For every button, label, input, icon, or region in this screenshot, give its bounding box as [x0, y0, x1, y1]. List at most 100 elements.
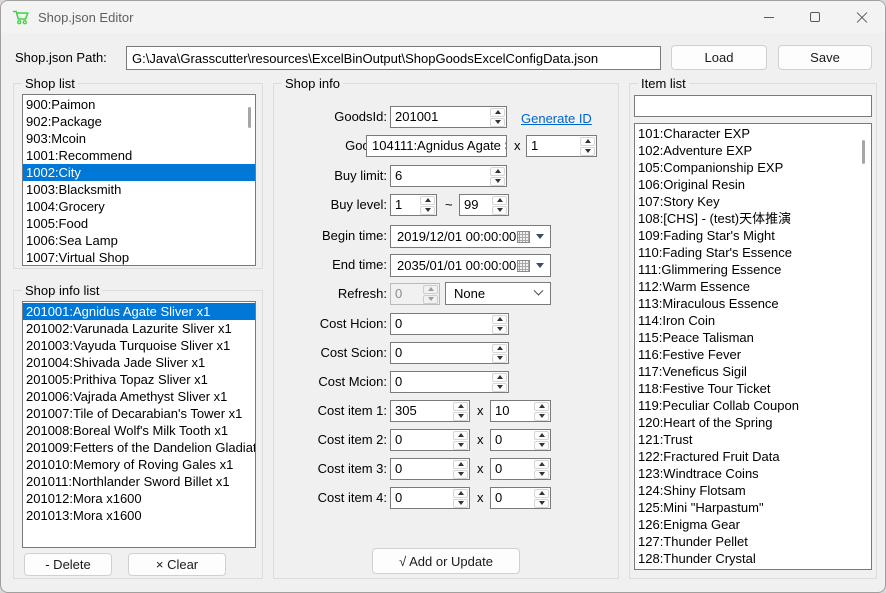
maximize-button[interactable] — [792, 1, 838, 33]
spin-up-button[interactable] — [534, 489, 549, 498]
minimize-button[interactable] — [746, 1, 792, 33]
item-list-item[interactable]: 126:Enigma Gear — [635, 516, 871, 533]
item-search-input[interactable] — [634, 95, 872, 117]
item-list-item[interactable]: 121:Trust — [635, 431, 871, 448]
delete-button[interactable]: - Delete — [24, 553, 112, 576]
goodsid-spinner[interactable]: 201001 — [390, 106, 507, 128]
shop-info-list-item[interactable]: 201002:Varunada Lazurite Sliver x1 — [23, 320, 255, 337]
item-list-item[interactable]: 114:Iron Coin — [635, 312, 871, 329]
shop-list-item[interactable]: 1003:Blacksmith — [23, 181, 255, 198]
cost-mcion-spinner[interactable]: 0 — [390, 371, 509, 393]
shop-info-list-item[interactable]: 201001:Agnidus Agate Sliver x1 — [23, 303, 255, 320]
item-list-item[interactable]: 105:Companionship EXP — [635, 159, 871, 176]
cost-item-3-id-spinner[interactable]: 0 — [390, 458, 470, 480]
item-list-item[interactable]: 120:Heart of the Spring — [635, 414, 871, 431]
shop-list-item[interactable]: 1004:Grocery — [23, 198, 255, 215]
spin-down-button[interactable] — [492, 383, 507, 392]
cost-item-3-count-spinner[interactable]: 0 — [490, 458, 551, 480]
shop-info-list-item[interactable]: 201005:Prithiva Topaz Sliver x1 — [23, 371, 255, 388]
cost-item-4-count-spinner[interactable]: 0 — [490, 487, 551, 509]
spin-down-button[interactable] — [453, 441, 468, 450]
refresh-type-dropdown[interactable]: None — [445, 282, 551, 305]
shop-info-list-item[interactable]: 201004:Shivada Jade Sliver x1 — [23, 354, 255, 371]
spin-up-button[interactable] — [492, 196, 507, 205]
item-list-item[interactable]: 106:Original Resin — [635, 176, 871, 193]
shop-info-list-item[interactable]: 201010:Memory of Roving Gales x1 — [23, 456, 255, 473]
clear-button[interactable]: × Clear — [128, 553, 226, 576]
item-list-item[interactable]: 119:Peculiar Collab Coupon — [635, 397, 871, 414]
spin-down-button[interactable] — [580, 147, 595, 156]
cost-item-2-count-spinner[interactable]: 0 — [490, 429, 551, 451]
spin-up-button[interactable] — [534, 431, 549, 440]
spin-up-button[interactable] — [490, 108, 505, 117]
spin-up-button[interactable] — [453, 460, 468, 469]
generate-id-link[interactable]: Generate ID — [521, 109, 592, 129]
item-list-item[interactable]: 122:Fractured Fruit Data — [635, 448, 871, 465]
shop-info-list-item[interactable]: 201003:Vayuda Turquoise Sliver x1 — [23, 337, 255, 354]
load-button[interactable]: Load — [671, 45, 767, 70]
shop-list-item[interactable]: 1002:City — [23, 164, 255, 181]
cost-scion-spinner[interactable]: 0 — [390, 342, 509, 364]
spin-up-button[interactable] — [420, 196, 435, 205]
item-list-item[interactable]: 113:Miraculous Essence — [635, 295, 871, 312]
item-list-item[interactable]: 116:Festive Fever — [635, 346, 871, 363]
begin-time-picker[interactable]: 2019/12/01 00:00:00 — [390, 225, 551, 248]
item-list-item[interactable]: 102:Adventure EXP — [635, 142, 871, 159]
spin-down-button[interactable] — [453, 499, 468, 508]
item-list-item[interactable]: 107:Story Key — [635, 193, 871, 210]
item-list-item[interactable]: 125:Mini "Harpastum" — [635, 499, 871, 516]
spin-up-button[interactable] — [492, 315, 507, 324]
spin-down-button[interactable] — [420, 206, 435, 215]
spin-down-button[interactable] — [492, 206, 507, 215]
cost-item-1-count-spinner[interactable]: 10 — [490, 400, 551, 422]
shop-list-scrollbar[interactable] — [248, 107, 251, 128]
item-list-item[interactable]: 128:Thunder Crystal — [635, 550, 871, 567]
save-button[interactable]: Save — [778, 45, 872, 70]
spin-down-button[interactable] — [534, 412, 549, 421]
shop-info-list-item[interactable]: 201007:Tile of Decarabian's Tower x1 — [23, 405, 255, 422]
spin-down-button[interactable] — [490, 177, 505, 186]
spin-down-button[interactable] — [453, 412, 468, 421]
spin-up-button[interactable] — [453, 431, 468, 440]
spin-down-button[interactable] — [534, 470, 549, 479]
spin-down-button[interactable] — [534, 441, 549, 450]
buy-level-max-spinner[interactable]: 99 — [459, 194, 509, 216]
spin-down-button[interactable] — [492, 354, 507, 363]
shop-list-item[interactable]: 902:Package — [23, 113, 255, 130]
cost-item-2-id-spinner[interactable]: 0 — [390, 429, 470, 451]
cost-hcion-spinner[interactable]: 0 — [390, 313, 509, 335]
shop-info-list-item[interactable]: 201013:Mora x1600 — [23, 507, 255, 524]
spin-down-button[interactable] — [492, 325, 507, 334]
shop-info-list-item[interactable]: 201011:Northlander Sword Billet x1 — [23, 473, 255, 490]
shop-list-item[interactable]: 1006:Sea Lamp — [23, 232, 255, 249]
buy-level-min-spinner[interactable]: 1 — [390, 194, 437, 216]
spin-up-button[interactable] — [453, 489, 468, 498]
buy-limit-spinner[interactable]: 6 — [390, 165, 507, 187]
spin-up-button[interactable] — [580, 137, 595, 146]
shop-list-item[interactable]: 1007:Virtual Shop — [23, 249, 255, 266]
item-list-item[interactable]: 110:Fading Star's Essence — [635, 244, 871, 261]
shop-info-list-item[interactable]: 201012:Mora x1600 — [23, 490, 255, 507]
item-list-item[interactable]: 124:Shiny Flotsam — [635, 482, 871, 499]
spin-down-button[interactable] — [453, 470, 468, 479]
spin-down-button[interactable] — [534, 499, 549, 508]
item-list-item[interactable]: 112:Warm Essence — [635, 278, 871, 295]
close-button[interactable] — [838, 1, 884, 33]
path-input[interactable] — [126, 46, 661, 70]
spin-up-button[interactable] — [490, 167, 505, 176]
shop-list-item[interactable]: 900:Paimon — [23, 96, 255, 113]
item-list-item[interactable]: 115:Peace Talisman — [635, 329, 871, 346]
spin-up-button[interactable] — [453, 402, 468, 411]
item-list-scrollbar[interactable] — [862, 140, 865, 164]
item-list-item[interactable]: 123:Windtrace Coins — [635, 465, 871, 482]
item-list-item[interactable]: 108:[CHS] - (test)天体推演 — [635, 210, 871, 227]
cost-item-4-id-spinner[interactable]: 0 — [390, 487, 470, 509]
item-list-item[interactable]: 117:Veneficus Sigil — [635, 363, 871, 380]
shop-info-list-item[interactable]: 201006:Vajrada Amethyst Sliver x1 — [23, 388, 255, 405]
goods-count-spinner[interactable]: 1 — [526, 135, 597, 157]
spin-up-button[interactable] — [492, 373, 507, 382]
end-time-picker[interactable]: 2035/01/01 00:00:00 — [390, 254, 551, 277]
spin-up-button[interactable] — [534, 460, 549, 469]
goods-input[interactable]: 104111:Agnidus Agate S — [366, 135, 507, 157]
spin-down-button[interactable] — [490, 118, 505, 127]
